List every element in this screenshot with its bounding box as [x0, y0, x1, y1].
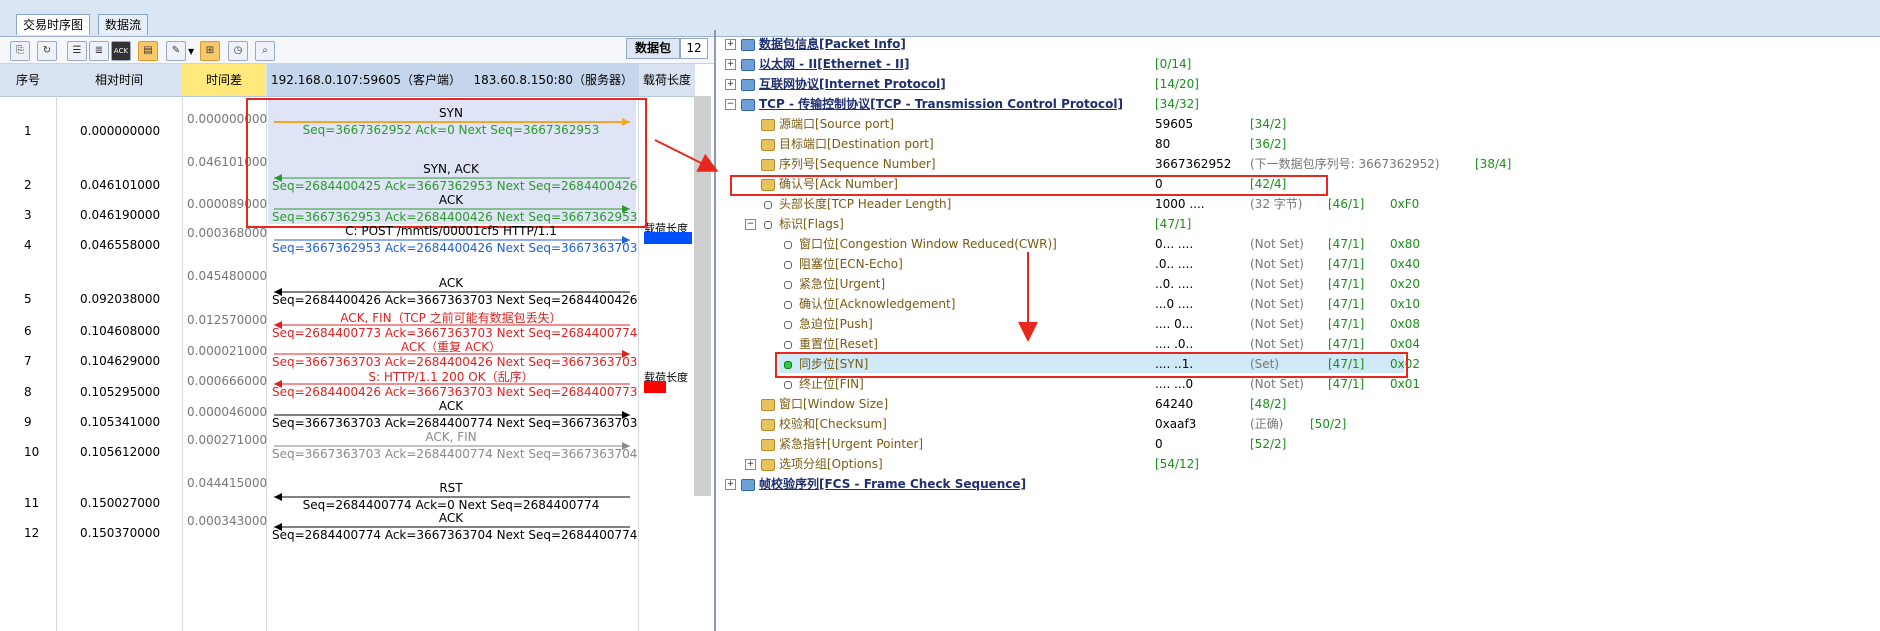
annotation-arrow — [654, 139, 719, 172]
message-seq[interactable]: Seq=3667362953 Ack=2684400426 Next Seq=3… — [272, 241, 637, 255]
message-label[interactable]: ACK — [272, 399, 630, 413]
message-label[interactable]: ACK — [272, 276, 630, 290]
message-seq[interactable]: Seq=3667363703 Ack=2684400426 Next Seq=3… — [272, 355, 637, 369]
message-seq[interactable]: Seq=2684400774 Ack=3667363704 Next Seq=2… — [272, 528, 637, 542]
message-label[interactable]: ACK, FIN（TCP 之前可能有数据包丢失） — [272, 309, 630, 326]
message-seq[interactable]: Seq=2684400425 Ack=3667362953 Next Seq=2… — [272, 179, 637, 193]
message-label[interactable]: ACK（重复 ACK） — [272, 338, 630, 355]
message-seq[interactable]: Seq=3667362953 Ack=2684400426 Next Seq=3… — [272, 210, 637, 224]
message-label[interactable]: SYN — [272, 106, 630, 120]
message-seq[interactable]: Seq=3667363703 Ack=2684400774 Next Seq=3… — [272, 447, 637, 461]
message-seq[interactable]: Seq=2684400426 Ack=3667363703 Next Seq=2… — [272, 293, 637, 307]
message-label[interactable]: ACK, FIN — [272, 430, 630, 444]
message-seq[interactable]: Seq=2684400774 Ack=0 Next Seq=2684400774 — [272, 498, 630, 512]
message-seq[interactable]: Seq=2684400426 Ack=3667363703 Next Seq=2… — [272, 385, 637, 399]
message-seq[interactable]: Seq=3667363703 Ack=2684400774 Next Seq=3… — [272, 416, 637, 430]
message-seq[interactable]: Seq=3667362952 Ack=0 Next Seq=3667362953 — [272, 123, 630, 137]
message-label[interactable]: SYN, ACK — [272, 162, 630, 176]
message-label[interactable]: ACK — [272, 193, 630, 207]
message-label[interactable]: RST — [272, 481, 630, 495]
message-label[interactable]: S: HTTP/1.1 200 OK（乱序） — [272, 368, 630, 385]
message-label[interactable]: ACK — [272, 511, 630, 525]
message-label[interactable]: C: POST /mmtls/00001cf5 HTTP/1.1 — [272, 224, 630, 238]
